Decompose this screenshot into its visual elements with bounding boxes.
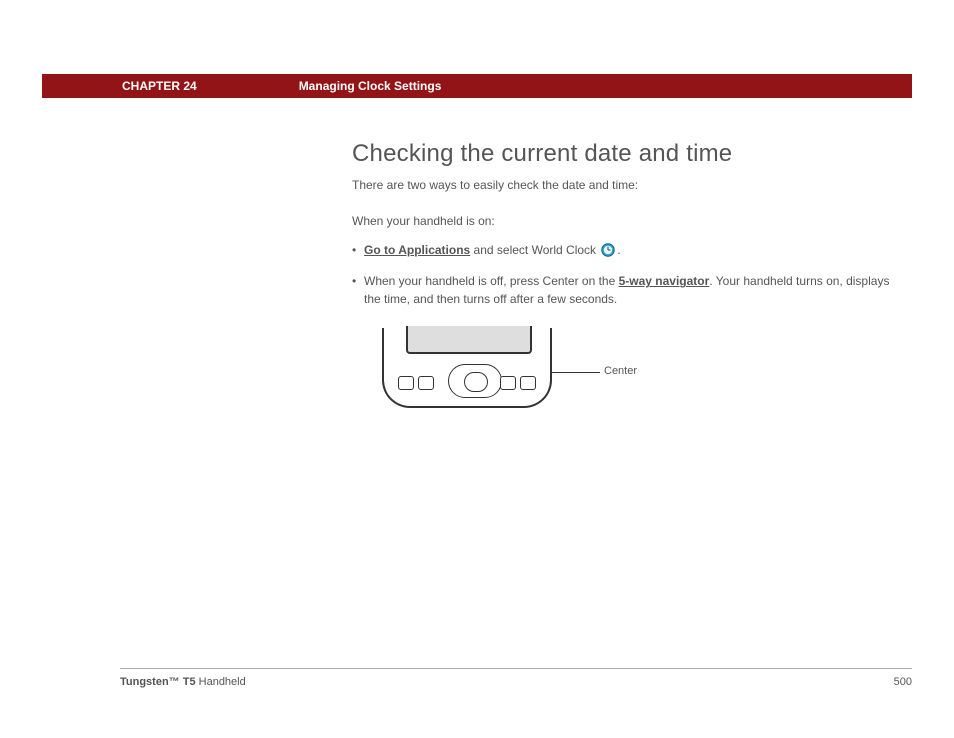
instruction-1-period: . — [617, 243, 620, 257]
page-title: Checking the current date and time — [352, 140, 892, 168]
product-name-rest: Handheld — [196, 676, 246, 688]
chapter-label: CHAPTER 24 — [122, 79, 197, 93]
footer-rule — [120, 668, 912, 669]
world-clock-icon — [601, 243, 615, 257]
footer: Tungsten™ T5 Handheld 500 — [120, 676, 912, 688]
device-button-3 — [500, 376, 516, 390]
condition-text: When your handheld is on: — [352, 214, 892, 228]
main-content: Checking the current date and time There… — [352, 140, 892, 418]
chapter-header: CHAPTER 24 Managing Clock Settings — [42, 74, 912, 98]
callout-label: Center — [604, 365, 637, 377]
device-screen — [406, 326, 532, 354]
section-title: Managing Clock Settings — [299, 79, 442, 93]
device-figure: Center — [382, 328, 742, 418]
go-to-applications-link[interactable]: Go to Applications — [364, 243, 470, 257]
device-button-row — [390, 360, 544, 398]
instruction-list: Go to Applications and select World Cloc… — [352, 242, 892, 308]
device-button-4 — [520, 376, 536, 390]
page-number: 500 — [894, 676, 912, 688]
callout-line — [552, 372, 600, 373]
instruction-2-pre: When your handheld is off, press Center … — [364, 274, 619, 288]
device-illustration — [382, 328, 552, 408]
5-way-navigator-link[interactable]: 5-way navigator — [619, 274, 710, 288]
product-name: Tungsten™ T5 Handheld — [120, 676, 246, 688]
product-name-bold: Tungsten™ T5 — [120, 676, 196, 688]
intro-text: There are two ways to easily check the d… — [352, 178, 892, 192]
page: CHAPTER 24 Managing Clock Settings Check… — [0, 0, 954, 738]
instruction-item-1: Go to Applications and select World Cloc… — [352, 242, 892, 259]
navigator-center-button — [464, 372, 488, 392]
instruction-item-2: When your handheld is off, press Center … — [352, 273, 892, 308]
device-button-2 — [418, 376, 434, 390]
device-button-1 — [398, 376, 414, 390]
five-way-navigator — [448, 364, 502, 398]
instruction-1-text: and select World Clock — [470, 243, 599, 257]
